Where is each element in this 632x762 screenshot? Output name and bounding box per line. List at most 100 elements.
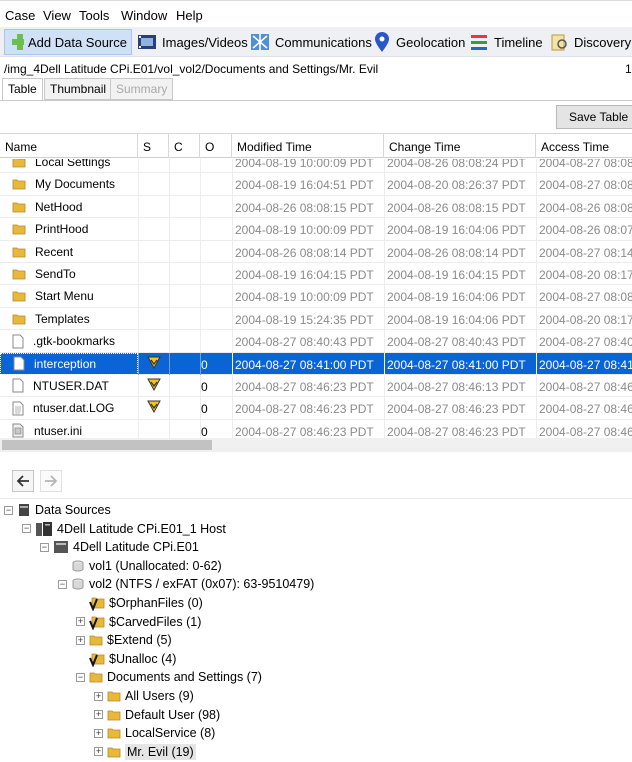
tree-node[interactable]: $OrphanFiles (0) [76,594,203,612]
column-name[interactable]: Name [0,134,138,158]
cell-access-time: 2004-08-27 08:40 [536,330,632,353]
cell-name[interactable]: Start Menu [0,285,138,307]
column-c[interactable]: C [169,134,200,158]
cell-comment [169,419,200,438]
timeline-label: Timeline [494,34,543,50]
menu-case[interactable]: Case [5,8,35,23]
tab-thumbnail[interactable]: Thumbnail [44,78,113,100]
cell-name[interactable]: Recent [0,241,138,263]
communications-label: Communications [275,34,372,50]
cell-access-time: 2004-08-27 08:08 [536,173,632,196]
folder-icon [12,267,26,281]
add-data-source-button[interactable]: Add Data Source [4,29,132,55]
column-change-time[interactable]: Change Time [384,134,536,158]
cell-access-time: 2004-08-27 08:08 [536,159,632,173]
table-row[interactable]: ntuser.ini 0 2004-08-27 08:46:23 PDT 2004-0… [0,419,632,438]
expand-icon[interactable]: + [94,747,103,757]
tree-node[interactable]: + Default User (98) [94,706,220,724]
tree-node[interactable]: − Data Sources [4,501,111,519]
menu-window[interactable]: Window [121,8,167,23]
cell-name[interactable]: NTUSER.DAT [0,375,138,397]
table-row[interactable]: ntuser.dat.LOG 0 2004-08-27 08:46:23 PDT 20… [0,397,632,420]
cell-name[interactable]: SendTo [0,263,138,285]
collapse-icon[interactable]: − [4,505,13,515]
cell-name[interactable]: PrintHood [0,218,138,240]
expand-icon[interactable]: + [94,691,103,701]
cell-access-time: 2004-08-26 08:07 [536,218,632,241]
tree-node[interactable]: $Unalloc (4) [76,650,176,668]
cell-comment [169,195,200,218]
menu-help[interactable]: Help [176,8,203,23]
cell-change-time: 2004-08-19 16:04:06 PDT [384,307,536,330]
horizontal-scrollbar[interactable] [0,438,632,452]
tree-node[interactable]: − 4Dell Latitude CPi.E01 [40,538,199,556]
cell-name[interactable]: ntuser.dat.LOG [0,397,138,419]
column-s[interactable]: S [138,134,169,158]
table-row[interactable]: Recent 2004-08-26 08:08:14 PDT 2004-08-26 … [0,240,632,263]
cell-modified-time: 2004-08-27 08:46:23 PDT [232,419,384,438]
collapse-icon[interactable]: − [22,524,31,534]
folder-icon [12,177,26,191]
table-row[interactable]: NetHood 2004-08-26 08:08:15 PDT 2004-08-26… [0,195,632,219]
table-row[interactable]: My Documents 2004-08-19 16:04:51 PDT 2004-… [0,173,632,196]
table-row[interactable]: NTUSER.DAT 0 2004-08-27 08:46:23 PDT 2004-0… [0,374,632,398]
table-row[interactable]: Templates 2004-08-19 15:24:35 PDT 2004-08-… [0,307,632,331]
tree-node[interactable]: − Documents and Settings (7) [76,668,262,686]
path-count: 1 [625,62,632,76]
tree-node[interactable]: + $CarvedFiles (1) [76,613,201,631]
table-row[interactable]: PrintHood 2004-08-19 10:00:09 PDT 2004-08-… [0,218,632,241]
column-access-time[interactable]: Access Time [536,134,632,158]
discovery-button[interactable]: Discovery [548,29,631,55]
table-row[interactable]: interception 0 2004-08-27 08:41:00 PDT 2004… [0,352,632,375]
menu-view[interactable]: View [43,8,71,23]
table-row[interactable]: Start Menu 2004-08-19 10:00:09 PDT 2004-08… [0,285,632,308]
cell-modified-time: 2004-08-27 08:46:23 PDT [232,374,384,397]
cell-modified-time: 2004-08-19 10:00:09 PDT [232,159,384,173]
cell-access-time: 2004-08-20 08:17 [536,307,632,330]
tree-node[interactable]: + LocalService (8) [94,724,215,742]
cell-name[interactable]: interception [0,352,138,375]
tree-node[interactable]: + Mr. Evil (19) [94,743,196,761]
expand-icon[interactable]: + [94,710,103,720]
table-body: Local Settings 2004-08-19 10:00:09 PDT 200… [0,159,632,438]
geolocation-button[interactable]: Geolocation [372,29,465,55]
menu-tools[interactable]: Tools [79,8,109,23]
images-videos-button[interactable]: Images/Videos [136,29,248,55]
expand-icon[interactable]: + [76,617,85,627]
file-name: NetHood [35,199,83,214]
cell-name[interactable]: .gtk-bookmarks [0,330,138,352]
tab-table[interactable]: Table [2,78,43,101]
table-row[interactable]: .gtk-bookmarks 2004-08-27 08:40:43 PDT 200… [0,330,632,353]
cell-name[interactable]: My Documents [0,173,138,195]
table-row[interactable]: Local Settings 2004-08-19 10:00:09 PDT 200… [0,159,632,174]
cell-name[interactable]: Templates [0,308,138,330]
tree-node[interactable]: − vol2 (NTFS / exFAT (0x07): 63-9510479) [58,575,314,593]
cell-comment [169,307,200,330]
expand-icon[interactable]: + [94,728,103,738]
cell-change-time: 2004-08-26 08:08:14 PDT [384,240,536,263]
cell-name[interactable]: NetHood [0,196,138,218]
tree-node[interactable]: + $Extend (5) [76,631,172,649]
table-row[interactable]: SendTo 2004-08-19 16:04:15 PDT 2004-08-19 … [0,262,632,286]
column-modified-time[interactable]: Modified Time [232,134,384,158]
cell-score [138,240,169,263]
file-name: Local Settings [35,159,111,169]
cell-name[interactable]: Local Settings [0,159,138,173]
collapse-icon[interactable]: − [58,579,67,589]
save-table-button[interactable]: Save Table [556,105,632,129]
collapse-icon[interactable]: − [76,672,85,682]
expand-icon[interactable]: + [76,635,85,645]
communications-button[interactable]: Communications [249,29,372,55]
scrollbar-thumb[interactable] [2,440,212,450]
cell-access-time: 2004-08-27 08:46 [536,419,632,438]
cell-comment [169,374,200,397]
cell-name[interactable]: ntuser.ini [0,420,138,438]
tree-node[interactable]: − 4Dell Latitude CPi.E01_1 Host [22,520,226,538]
timeline-button[interactable]: Timeline [468,29,543,55]
tree-node[interactable]: + All Users (9) [94,687,194,705]
tree-node[interactable]: vol1 (Unallocated: 0-62) [58,557,222,575]
cell-modified-time: 2004-08-19 10:00:09 PDT [232,218,384,241]
back-button[interactable] [12,470,34,492]
collapse-icon[interactable]: − [40,542,49,552]
column-o[interactable]: O [200,134,232,158]
